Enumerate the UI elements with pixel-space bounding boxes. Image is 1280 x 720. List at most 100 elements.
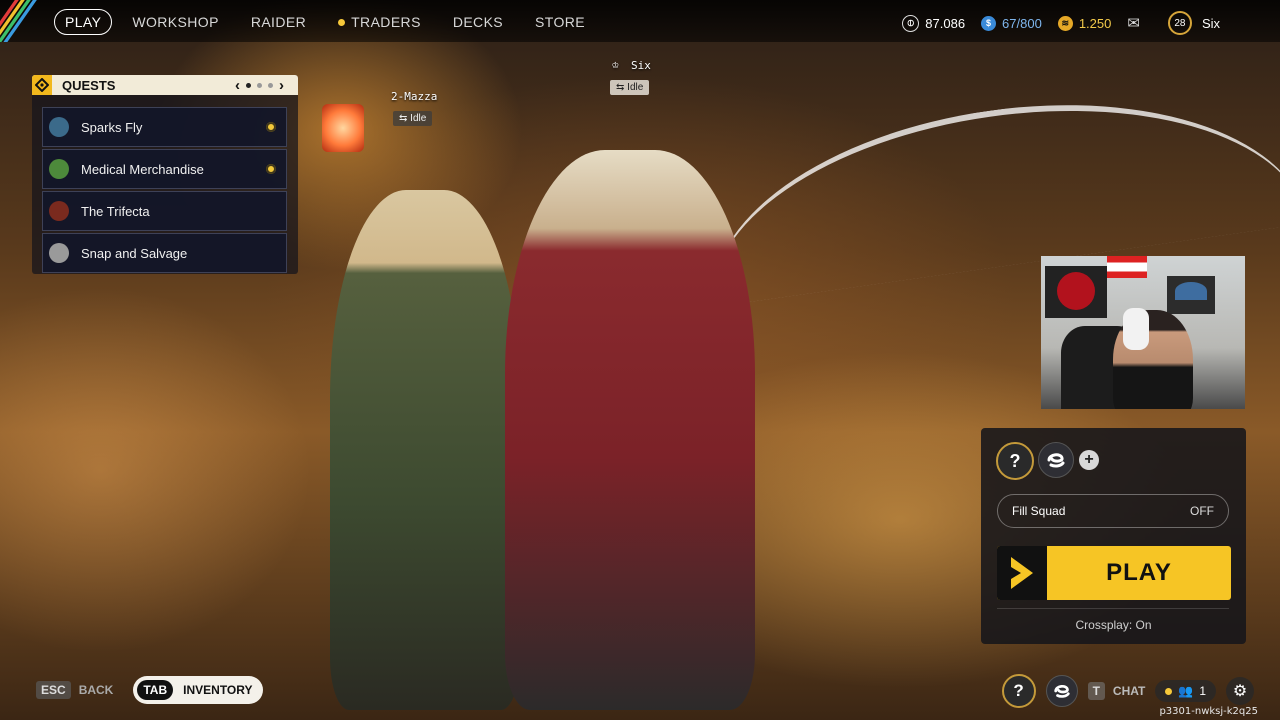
quests-header: QUESTS ‹ › xyxy=(32,75,298,95)
tab-key: TAB xyxy=(137,680,174,700)
player-name: Six xyxy=(631,59,651,72)
quest-label: Medical Merchandise xyxy=(81,161,204,177)
chevron-right-icon xyxy=(997,546,1047,600)
player-character-six xyxy=(505,150,755,710)
quest-item-sparks-fly[interactable]: Sparks Fly xyxy=(42,107,287,147)
cred-icon: ≋ xyxy=(1057,15,1073,31)
quest-item-snap-and-salvage[interactable]: Snap and Salvage xyxy=(42,233,287,273)
profile-button[interactable]: 28 Six xyxy=(1167,11,1220,35)
wall-poster xyxy=(1045,266,1107,318)
fill-squad-toggle[interactable]: Fill Squad OFF xyxy=(997,494,1229,528)
squad-play-panel: ? + Fill Squad OFF PLAY Crossplay: On xyxy=(981,428,1246,644)
add-squad-member-button[interactable]: + xyxy=(1079,450,1099,470)
quest-label: The Trifecta xyxy=(81,203,150,219)
chat-button[interactable]: T CHAT xyxy=(1087,682,1146,700)
inventory-button[interactable]: TAB INVENTORY xyxy=(133,676,263,704)
brand-stripes xyxy=(0,0,44,42)
streamer-webcam xyxy=(1041,256,1245,409)
flag xyxy=(1107,256,1147,278)
quests-pager: ‹ › xyxy=(235,77,284,94)
quests-next-button[interactable]: › xyxy=(279,77,284,94)
traders-notification-dot xyxy=(338,18,346,26)
squad-slot-self[interactable]: ? xyxy=(996,442,1034,480)
quest-giver-avatar xyxy=(49,117,69,137)
red-lamp xyxy=(322,104,364,152)
back-button[interactable]: ESC BACK xyxy=(36,681,113,699)
unknown-raider-icon: ? xyxy=(1013,681,1024,700)
chat-label: CHAT xyxy=(1112,684,1146,698)
quest-list: Sparks Fly Medical Merchandise The Trife… xyxy=(42,107,287,275)
play-button-label: PLAY xyxy=(1106,559,1172,586)
fill-squad-label: Fill Squad xyxy=(1012,504,1066,518)
crown-icon: ♔ xyxy=(612,58,619,71)
player-status: Idle xyxy=(627,82,644,93)
self-slot-button[interactable]: ? xyxy=(1001,674,1036,708)
nav-raider[interactable]: RAIDER xyxy=(251,10,306,34)
chat-key: T xyxy=(1087,682,1105,700)
nav-decks-label: DECKS xyxy=(452,14,504,30)
back-label: BACK xyxy=(78,683,114,697)
coins-value: 87.086 xyxy=(925,15,966,31)
settings-button[interactable]: ⚙ xyxy=(1226,677,1254,705)
cred-balance[interactable]: ≋ 1.250 xyxy=(1057,15,1112,31)
quests-title: QUESTS xyxy=(62,77,116,93)
quest-label: Sparks Fly xyxy=(81,119,143,135)
page-dot-3[interactable] xyxy=(268,82,273,88)
plus-icon: + xyxy=(1084,451,1094,468)
squadmate-character-2-mazza xyxy=(330,190,520,710)
nav-workshop-label: WORKSHOP xyxy=(132,14,219,30)
friends-button[interactable]: 👥 1 xyxy=(1155,680,1216,702)
level-badge: 28 xyxy=(1167,11,1192,35)
main-nav: PLAY WORKSHOP RAIDER TRADERS DECKS STORE xyxy=(54,9,617,35)
online-indicator xyxy=(1165,687,1173,695)
gear-icon: ⚙ xyxy=(1232,683,1248,700)
people-icon: 👥 xyxy=(1178,684,1194,698)
nav-play-label: PLAY xyxy=(65,14,102,30)
quest-item-medical-merchandise[interactable]: Medical Merchandise xyxy=(42,149,287,189)
coins-balance[interactable]: ⦶ 87.086 xyxy=(902,14,966,32)
quest-label: Snap and Salvage xyxy=(81,245,188,261)
quests-prev-button[interactable]: ‹ xyxy=(235,77,240,94)
player-status: Idle xyxy=(410,113,427,124)
esc-key: ESC xyxy=(36,681,71,699)
coin-icon: ⦶ xyxy=(902,14,920,32)
friends-count: 1 xyxy=(1199,684,1206,698)
cred-value: 1.250 xyxy=(1078,15,1112,31)
quest-giver-avatar xyxy=(49,201,69,221)
mail-icon: ✉ xyxy=(1127,15,1140,32)
fill-squad-value: OFF xyxy=(1190,504,1214,518)
squad-slot-2[interactable] xyxy=(1038,442,1074,478)
play-button[interactable]: PLAY xyxy=(997,546,1231,600)
tracked-quest-icon xyxy=(266,122,276,132)
nav-decks[interactable]: DECKS xyxy=(453,10,503,34)
panel-divider xyxy=(997,608,1229,609)
username: Six xyxy=(1201,15,1220,31)
raider-tokens-balance[interactable]: $ 67/800 xyxy=(981,15,1042,31)
player-name: 2-Mazza xyxy=(391,90,438,103)
raider-token-icon: $ xyxy=(981,15,997,31)
emblem-icon xyxy=(1047,453,1065,468)
quests-panel: QUESTS ‹ › Sparks Fly Medical Merchandis… xyxy=(32,75,298,274)
wall-poster xyxy=(1167,276,1215,314)
currency-bar: ⦶ 87.086 $ 67/800 ≋ 1.250 ✉ 28 Six xyxy=(902,11,1236,35)
inventory-label: INVENTORY xyxy=(183,683,253,697)
headset xyxy=(1123,308,1149,350)
nav-play[interactable]: PLAY xyxy=(54,9,113,35)
emblem-icon xyxy=(1053,685,1070,698)
mail-button[interactable]: ✉ xyxy=(1127,14,1140,32)
nav-traders-label: TRADERS xyxy=(351,14,421,30)
nav-workshop[interactable]: WORKSHOP xyxy=(132,10,218,34)
quest-diamond-icon xyxy=(32,75,52,95)
nav-store-label: STORE xyxy=(535,14,586,30)
bottom-right-controls: ? T CHAT 👥 1 ⚙ xyxy=(1001,674,1254,708)
page-dot-1[interactable] xyxy=(246,82,251,88)
top-navigation-bar: PLAY WORKSHOP RAIDER TRADERS DECKS STORE… xyxy=(0,0,1280,42)
raider-tokens-value: 67/800 xyxy=(1002,15,1042,31)
squadmate-slot-button[interactable] xyxy=(1045,675,1078,707)
bottom-left-hints: ESC BACK TAB INVENTORY xyxy=(36,676,263,704)
build-watermark: p3301-nwksj-k2q25 xyxy=(1159,706,1258,717)
nav-store[interactable]: STORE xyxy=(535,10,585,34)
nav-traders[interactable]: TRADERS xyxy=(338,10,421,34)
quest-item-the-trifecta[interactable]: The Trifecta xyxy=(42,191,287,231)
page-dot-2[interactable] xyxy=(257,82,262,88)
